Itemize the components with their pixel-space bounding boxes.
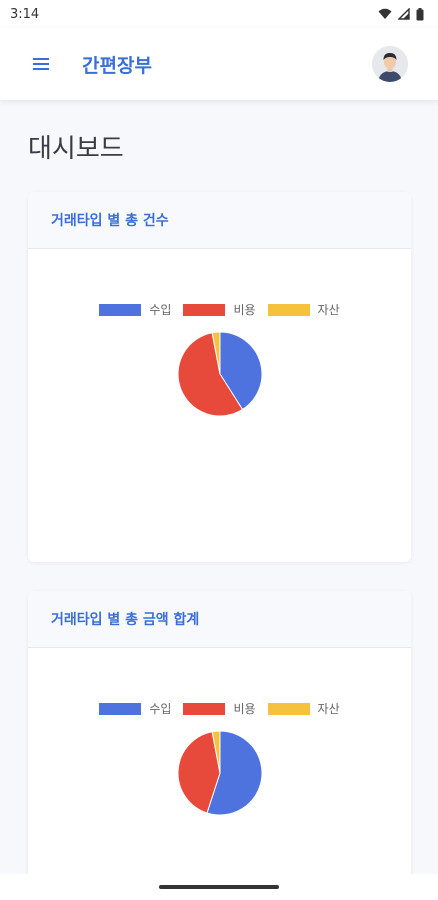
menu-button[interactable]: [30, 53, 52, 75]
chart-legend: 수입 비용 자산: [28, 700, 411, 717]
legend-item-income[interactable]: 수입: [99, 700, 171, 717]
signal-icon: [398, 8, 410, 20]
amount-pie-chart[interactable]: [177, 730, 263, 816]
chart-legend: 수입 비용 자산: [28, 301, 411, 318]
card-title: 거래타입 별 총 금액 합계: [28, 591, 411, 648]
wifi-icon: [378, 8, 392, 19]
legend-label: 비용: [233, 303, 256, 317]
avatar-icon: [372, 46, 408, 82]
transaction-amount-card: 거래타입 별 총 금액 합계 수입 비용 자산: [28, 591, 411, 891]
legend-item-expense[interactable]: 비용: [183, 301, 256, 318]
legend-swatch-income: [99, 303, 142, 316]
transaction-count-card: 거래타입 별 총 건수 수입 비용 자산: [28, 192, 411, 562]
card-title: 거래타입 별 총 건수: [28, 192, 411, 249]
legend-swatch-expense: [183, 702, 226, 715]
navigation-bar: [0, 874, 438, 900]
count-pie-chart[interactable]: [177, 331, 263, 417]
legend-label: 수입: [149, 303, 172, 317]
home-gesture-handle[interactable]: [159, 885, 279, 889]
legend-label: 수입: [149, 702, 172, 716]
status-time: 3:14: [10, 6, 40, 22]
battery-icon: [416, 7, 424, 20]
legend-item-asset[interactable]: 자산: [267, 301, 340, 318]
legend-item-asset[interactable]: 자산: [267, 700, 340, 717]
app-bar: 간편장부: [0, 28, 438, 100]
hamburger-icon: [33, 58, 49, 70]
status-icons: [378, 7, 424, 21]
user-avatar[interactable]: [372, 46, 408, 82]
legend-swatch-asset: [267, 303, 310, 316]
legend-label: 자산: [317, 702, 340, 716]
app-title[interactable]: 간편장부: [82, 51, 152, 78]
legend-swatch-income: [99, 702, 142, 715]
legend-item-expense[interactable]: 비용: [183, 700, 256, 717]
page-title: 대시보드: [28, 134, 124, 164]
legend-swatch-expense: [183, 303, 226, 316]
legend-label: 자산: [317, 303, 340, 317]
status-bar: 3:14: [0, 0, 438, 28]
legend-label: 비용: [233, 702, 256, 716]
legend-item-income[interactable]: 수입: [99, 301, 171, 318]
legend-swatch-asset: [267, 702, 310, 715]
